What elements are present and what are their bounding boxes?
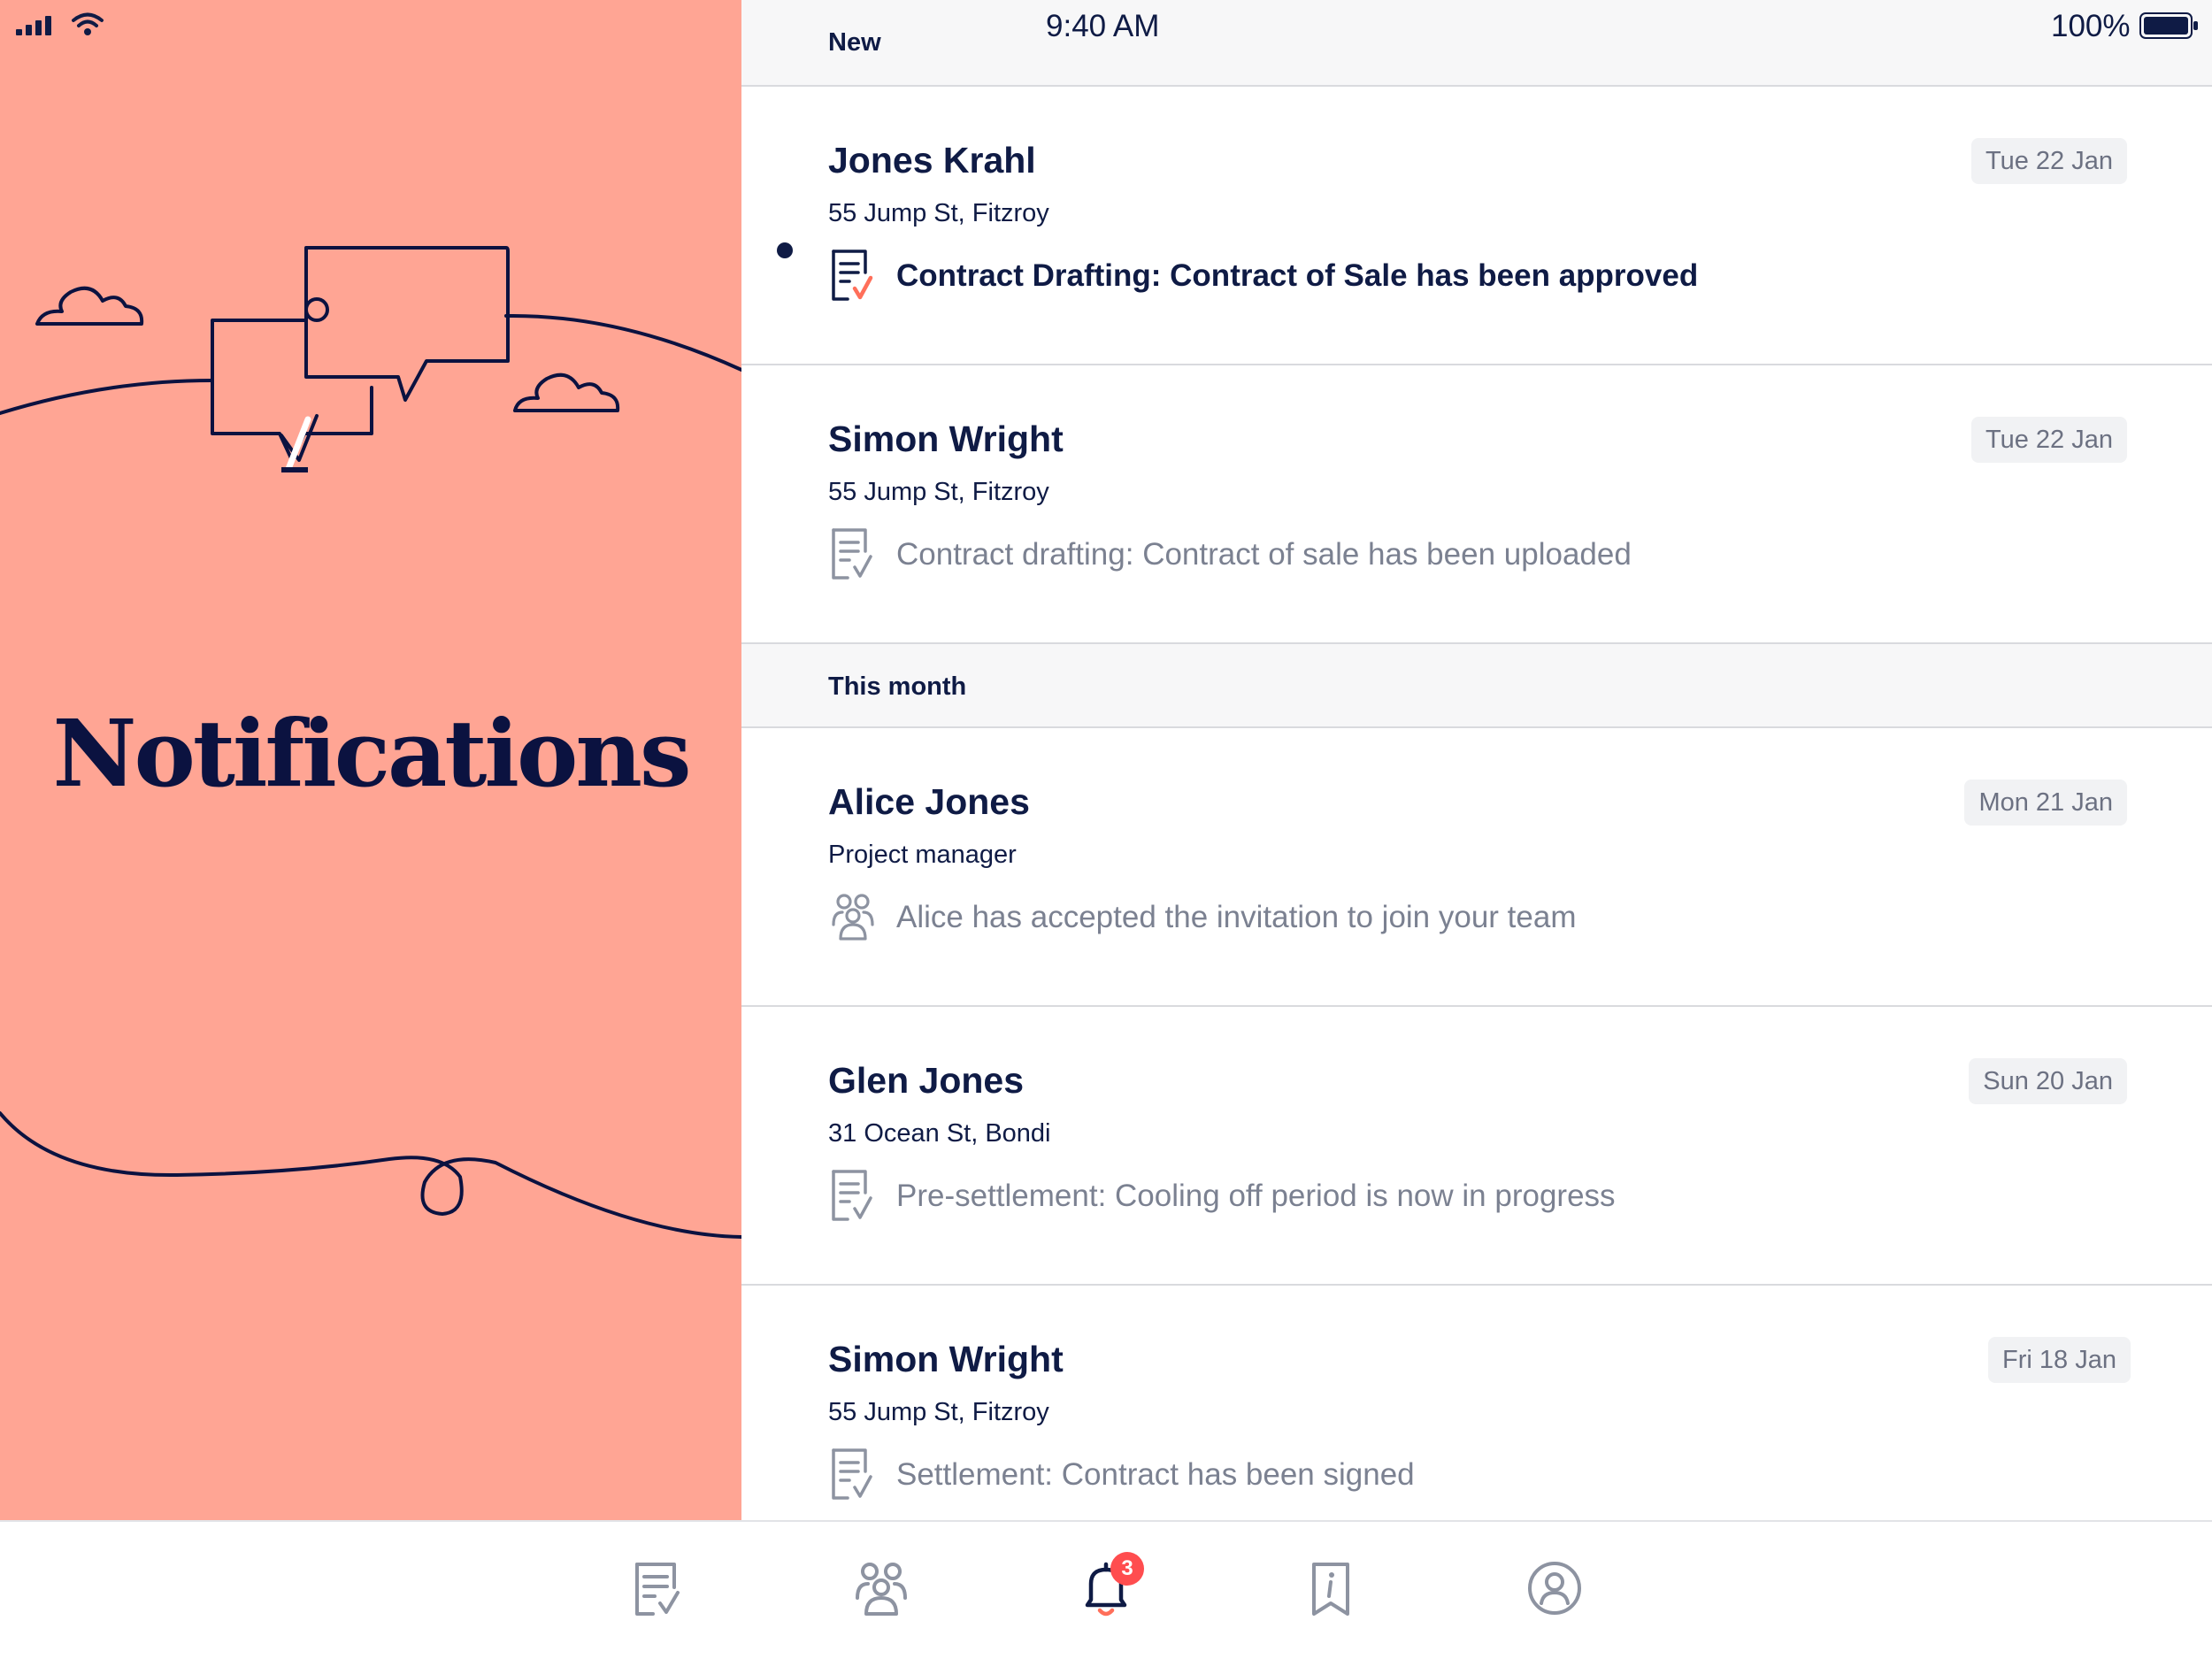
signal-icon — [16, 16, 51, 35]
status-bar: 9:40 AM 100% — [0, 0, 2212, 53]
notification-count-badge: 3 — [1110, 1552, 1144, 1586]
notification-subtitle: 55 Jump St, Fitzroy — [828, 478, 1049, 506]
info-bookmark-icon — [1312, 1563, 1349, 1616]
tab-team[interactable] — [850, 1557, 912, 1619]
tab-notifications[interactable]: 3 — [1075, 1552, 1144, 1619]
notification-message: Pre-settlement: Cooling off period is no… — [896, 1179, 1616, 1213]
notification-subtitle: 55 Jump St, Fitzroy — [828, 199, 1049, 227]
notification-subtitle: Project manager — [828, 841, 1017, 869]
date-badge: Tue 22 Jan — [1970, 138, 2127, 184]
date-badge: Sun 20 Jan — [1969, 1058, 2127, 1104]
notification-message: Contract drafting: Contract of sale has … — [896, 537, 1632, 572]
date-badge: Fri 18 Jan — [1988, 1337, 2131, 1383]
notification-name: Jones Krahl — [828, 140, 1036, 180]
notification-message: Settlement: Contract has been signed — [896, 1457, 1415, 1492]
notification-item[interactable]: Alice Jones Project manager Alice has ac… — [741, 728, 2212, 1007]
notification-name: Alice Jones — [828, 781, 1030, 822]
notification-subtitle: 55 Jump St, Fitzroy — [828, 1398, 1049, 1426]
tab-profile[interactable] — [1524, 1557, 1586, 1619]
contract-icon — [832, 1170, 872, 1221]
battery-percent: 100% — [2051, 9, 2131, 43]
notification-name: Simon Wright — [828, 419, 1064, 459]
team-icon — [832, 894, 874, 941]
notification-item[interactable]: Jones Krahl 55 Jump St, Fitzroy Contract… — [741, 87, 2212, 365]
notification-name: Simon Wright — [828, 1339, 1064, 1379]
date-badge: Mon 21 Jan — [1964, 780, 2127, 826]
contracts-tab-icon — [635, 1563, 680, 1616]
wifi-icon — [72, 12, 104, 35]
team-tab-icon — [856, 1563, 907, 1616]
contract-icon — [832, 528, 872, 580]
section-label: This month — [828, 672, 967, 701]
contract-approved-icon — [832, 250, 873, 301]
notification-item[interactable]: Simon Wright 55 Jump St, Fitzroy Contrac… — [741, 365, 2212, 644]
unread-indicator — [777, 242, 793, 258]
date-badge: Tue 22 Jan — [1970, 417, 2127, 463]
battery-icon — [2139, 12, 2198, 39]
left-illustration-panel: Notifications — [0, 0, 741, 1520]
notification-name: Glen Jones — [828, 1060, 1025, 1101]
notification-message: Contract Drafting: Contract of Sale has … — [896, 258, 1699, 293]
notification-item[interactable]: Glen Jones 31 Ocean St, Bondi Pre-settle… — [741, 1007, 2212, 1286]
notifications-list: New Jones Krahl 55 Jump St, Fitzroy Cont… — [741, 0, 2212, 1520]
notification-message: Alice has accepted the invitation to joi… — [896, 900, 1577, 934]
tab-contracts[interactable] — [626, 1557, 688, 1619]
notification-subtitle: 31 Ocean St, Bondi — [828, 1119, 1051, 1148]
page-title: Notifications — [52, 699, 691, 808]
notification-item[interactable]: Simon Wright 55 Jump St, Fitzroy Settlem… — [741, 1286, 2212, 1520]
contract-icon — [832, 1448, 872, 1500]
profile-icon — [1528, 1562, 1581, 1615]
status-time: 9:40 AM — [1046, 9, 1160, 43]
bottom-tab-bar: 3 — [0, 1520, 2212, 1659]
section-header-this-month: This month — [741, 642, 2212, 728]
tab-info[interactable] — [1300, 1557, 1362, 1619]
